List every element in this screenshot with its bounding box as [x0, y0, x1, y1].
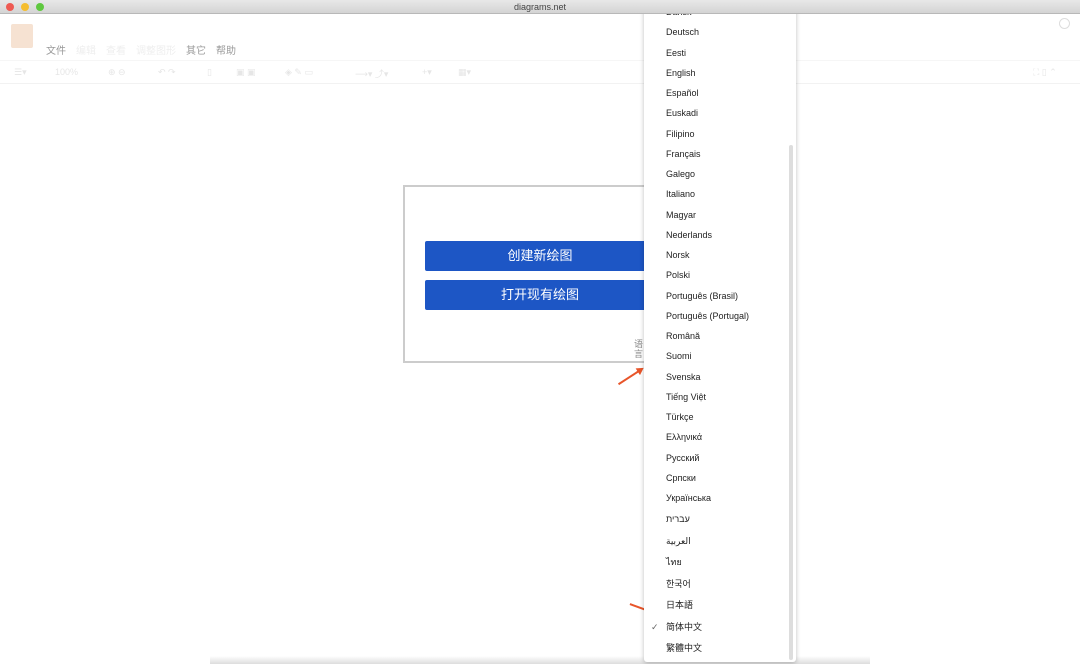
language-option[interactable]: Filipino: [644, 124, 796, 144]
language-option[interactable]: עברית: [644, 509, 796, 530]
language-label: Русский: [666, 452, 700, 463]
language-label: Српски: [666, 472, 696, 483]
language-label: Nederlands: [666, 229, 713, 240]
language-option[interactable]: Nederlands: [644, 225, 796, 245]
language-label: Euskadi: [666, 108, 699, 119]
language-label: Українська: [666, 493, 712, 503]
zoom-select[interactable]: 100%: [55, 67, 78, 77]
language-option[interactable]: Deutsch: [644, 22, 796, 42]
zoom-window-button[interactable]: [36, 3, 44, 11]
menu-2: 查看: [106, 46, 126, 57]
undo-redo-icon[interactable]: ↶ ↷: [158, 67, 176, 78]
language-option[interactable]: Українська: [644, 488, 796, 509]
language-label: עברית: [666, 514, 690, 525]
connection-icon[interactable]: ⟶▾ ⤴▾: [355, 67, 388, 80]
language-option[interactable]: 繁體中文: [644, 638, 796, 659]
title-bar: diagrams.net: [0, 0, 1080, 14]
language-menu: DanskDeutschEestiEnglishEspañolEuskadiFi…: [644, 0, 796, 662]
create-diagram-button[interactable]: 创建新绘图: [425, 241, 655, 271]
language-label: Română: [666, 331, 701, 341]
language-label: 日本語: [666, 600, 694, 611]
language-label: Português (Portugal): [666, 310, 750, 321]
language-label: Norsk: [666, 250, 690, 260]
language-option[interactable]: ไทย: [644, 552, 796, 573]
language-label: Português (Brasil): [666, 290, 739, 301]
language-label: English: [666, 67, 696, 78]
language-option[interactable]: Italiano: [644, 184, 796, 204]
scrollbar[interactable]: [789, 145, 793, 660]
fill-icon[interactable]: ◈ ✎ ▭: [285, 67, 313, 78]
language-option[interactable]: 日本語: [644, 595, 796, 616]
annotation-arrow: [617, 368, 643, 386]
language-label: Français: [666, 148, 701, 159]
language-option[interactable]: Português (Brasil): [644, 286, 796, 306]
menu-0[interactable]: 文件: [46, 42, 66, 57]
toolbar: ☰▾ 100% ⊕ ⊖ ↶ ↷ ▯ ▣ ▣ ◈ ✎ ▭ ⟶▾ ⤴▾ +▾ ▦▾ …: [0, 60, 1080, 84]
to-front-icon[interactable]: ▣ ▣: [236, 67, 256, 78]
language-option[interactable]: Türkçe: [644, 407, 796, 427]
menu-bar: 文件 编辑 查看 调整图形 其它 帮助: [46, 42, 236, 57]
language-label: العربية: [666, 535, 691, 546]
language-label: 繁體中文: [666, 643, 703, 654]
language-option[interactable]: Norsk: [644, 245, 796, 265]
language-option[interactable]: Português (Portugal): [644, 306, 796, 326]
checkmark-icon: ✓: [651, 621, 659, 632]
language-option[interactable]: Suomi: [644, 346, 796, 366]
menu-3: 调整图形: [136, 46, 176, 57]
language-option[interactable]: Polski: [644, 265, 796, 285]
table-icon[interactable]: ▦▾: [458, 67, 471, 78]
language-option[interactable]: Română: [644, 326, 796, 346]
menu-5[interactable]: 帮助: [216, 42, 236, 57]
language-option[interactable]: العربية: [644, 531, 796, 552]
language-label: Español: [666, 88, 699, 98]
close-window-button[interactable]: [6, 3, 14, 11]
language-label: Deutsch: [666, 27, 700, 38]
language-option[interactable]: Svenska: [644, 367, 796, 387]
language-option[interactable]: 한국어: [644, 574, 796, 595]
language-label: 한국어: [666, 578, 691, 589]
language-label: Türkçe: [666, 412, 694, 422]
minimize-window-button[interactable]: [21, 3, 29, 11]
start-dialog: 创建新绘图 打开现有绘图 语言: [403, 185, 675, 363]
language-label: Eesti: [666, 47, 687, 58]
language-label: ไทย: [666, 557, 682, 568]
window-title: diagrams.net: [513, 2, 567, 12]
format-panel-icon[interactable]: ☰▾: [14, 67, 27, 78]
language-option[interactable]: Français: [644, 144, 796, 164]
language-label: Svenska: [666, 371, 701, 382]
language-label: Italiano: [666, 189, 696, 200]
fullscreen-icon[interactable]: ⛶ ▯ ⌃: [1033, 67, 1057, 78]
language-label: Magyar: [666, 209, 697, 220]
language-label: Galego: [666, 169, 696, 179]
language-label: Ελληνικά: [666, 432, 703, 443]
language-label: Polski: [666, 270, 691, 281]
app-logo: [11, 24, 33, 48]
menu-1: 编辑: [76, 46, 96, 57]
language-option[interactable]: Tiếng Việt: [644, 387, 796, 407]
menu-4[interactable]: 其它: [186, 42, 206, 57]
language-option[interactable]: Ελληνικά: [644, 427, 796, 447]
open-diagram-button[interactable]: 打开现有绘图: [425, 280, 655, 310]
language-label: Filipino: [666, 128, 695, 139]
language-label: 简体中文: [666, 621, 703, 632]
globe-icon[interactable]: [1059, 18, 1070, 29]
language-option[interactable]: Српски: [644, 468, 796, 488]
language-label: Suomi: [666, 351, 692, 362]
insert-icon[interactable]: +▾: [422, 67, 432, 78]
language-label: Tiếng Việt: [666, 391, 707, 402]
language-option[interactable]: Español: [644, 83, 796, 103]
language-option[interactable]: ✓ 简体中文: [644, 617, 796, 638]
language-option[interactable]: Euskadi: [644, 103, 796, 123]
language-option[interactable]: Magyar: [644, 205, 796, 225]
language-option[interactable]: Русский: [644, 448, 796, 468]
language-option[interactable]: Galego: [644, 164, 796, 184]
language-option[interactable]: Eesti: [644, 43, 796, 63]
delete-icon[interactable]: ▯: [207, 67, 212, 78]
zoom-in-icon[interactable]: ⊕ ⊖: [108, 67, 126, 78]
language-option[interactable]: English: [644, 63, 796, 83]
